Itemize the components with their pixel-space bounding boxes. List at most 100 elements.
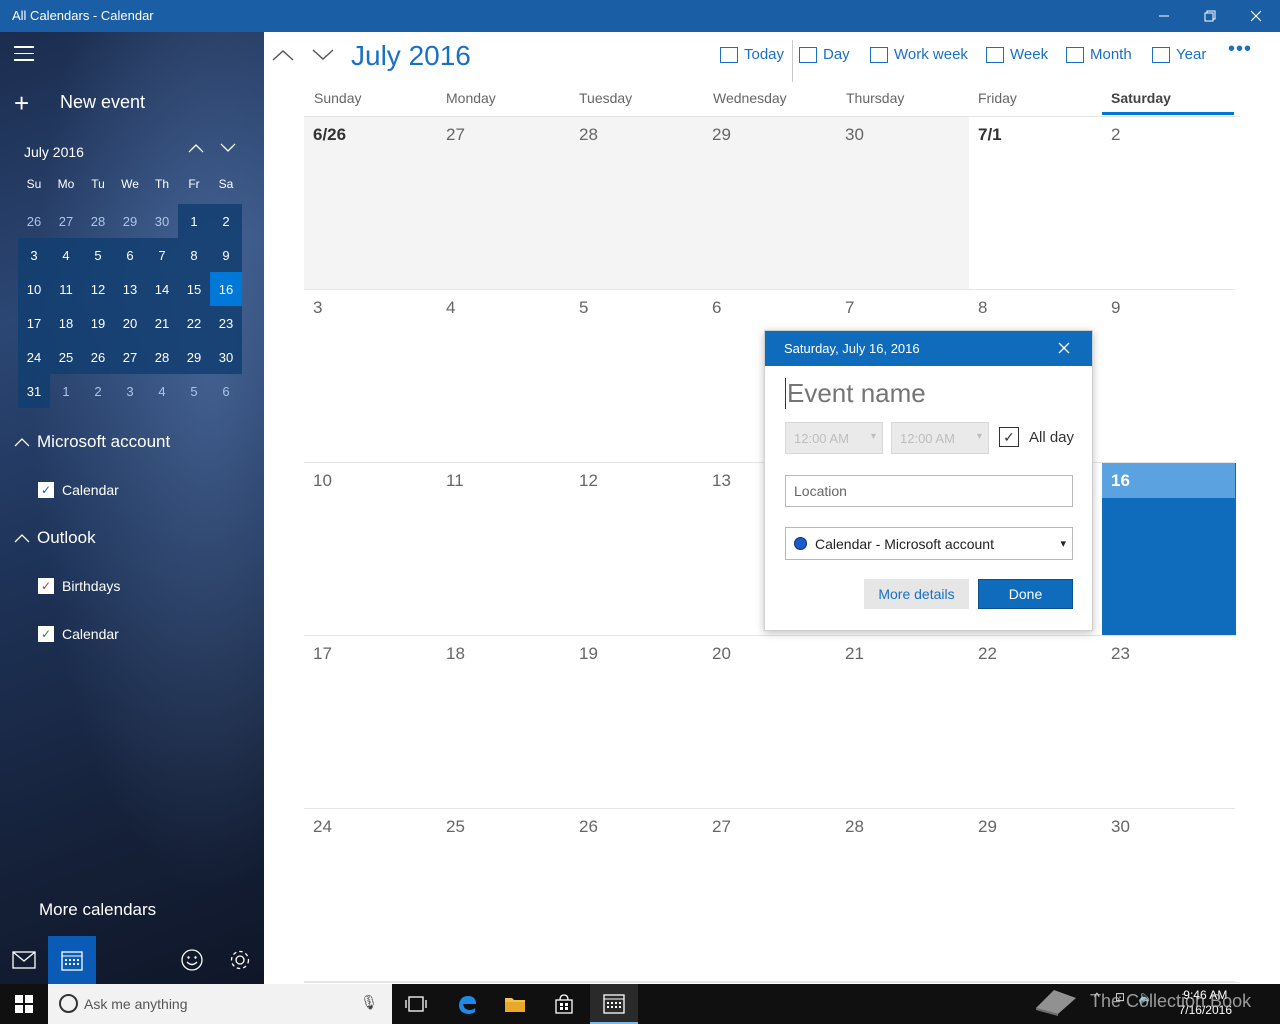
month-title[interactable]: July 2016 — [351, 40, 471, 72]
checkbox-checked-icon[interactable]: ✓ — [38, 578, 54, 594]
checkbox-checked-icon[interactable]: ✓ — [999, 427, 1019, 447]
day-view-button[interactable]: Day — [799, 46, 850, 63]
new-event-button[interactable]: + New event — [14, 90, 145, 116]
mini-calendar-day[interactable]: 5 — [82, 238, 114, 272]
mini-calendar-day[interactable]: 27 — [50, 204, 82, 238]
store-button[interactable] — [540, 984, 588, 1024]
more-calendars-link[interactable]: More calendars — [39, 900, 156, 920]
calendar-day-cell[interactable]: 9 — [1102, 290, 1235, 463]
mini-calendar-month[interactable]: July 2016 — [24, 144, 84, 160]
mini-calendar-day[interactable]: 3 — [18, 238, 50, 272]
calendar-day-cell[interactable]: 18 — [437, 636, 570, 809]
calendar-day-cell[interactable]: 5 — [570, 290, 703, 463]
mini-calendar-prev-button[interactable] — [184, 140, 208, 156]
mini-calendar-day[interactable]: 18 — [50, 306, 82, 340]
calendar-day-cell[interactable]: 28 — [836, 809, 969, 982]
mini-calendar-day[interactable]: 26 — [18, 204, 50, 238]
more-details-button[interactable]: More details — [864, 579, 969, 609]
mini-calendar-day[interactable]: 11 — [50, 272, 82, 306]
volume-icon[interactable]: 🔈 — [1138, 990, 1153, 1004]
mini-calendar-day[interactable]: 28 — [146, 340, 178, 374]
task-view-button[interactable] — [392, 984, 440, 1024]
calendar-day-cell[interactable]: 17 — [304, 636, 437, 809]
mini-calendar-day[interactable]: 4 — [146, 374, 178, 408]
calendar-toggle-outlook-calendar[interactable]: ✓ Calendar — [38, 626, 119, 642]
mini-calendar-day[interactable]: 29 — [178, 340, 210, 374]
calendar-day-cell[interactable]: 19 — [570, 636, 703, 809]
mini-calendar-day[interactable]: 17 — [18, 306, 50, 340]
account-header-outlook[interactable]: Outlook — [14, 528, 96, 548]
feedback-button[interactable] — [168, 936, 216, 984]
mini-calendar-day[interactable]: 20 — [114, 306, 146, 340]
calendar-toggle-microsoft-calendar[interactable]: ✓ Calendar — [38, 482, 119, 498]
mini-calendar-day[interactable]: 1 — [50, 374, 82, 408]
calendar-day-cell[interactable]: 6/26 — [304, 117, 437, 290]
event-name-input[interactable] — [785, 378, 1073, 409]
mini-calendar-day[interactable]: 2 — [82, 374, 114, 408]
mini-calendar-day[interactable]: 15 — [178, 272, 210, 306]
location-input[interactable]: Location — [785, 475, 1073, 507]
restore-button[interactable] — [1187, 0, 1233, 32]
mini-calendar-day[interactable]: 14 — [146, 272, 178, 306]
start-button[interactable] — [0, 984, 48, 1024]
system-tray[interactable]: ^ ⊡ 🔈 — [1094, 990, 1153, 1004]
mini-calendar-day[interactable]: 5 — [178, 374, 210, 408]
mini-calendar-day[interactable]: 30 — [146, 204, 178, 238]
mail-button[interactable] — [0, 936, 48, 984]
close-button[interactable] — [1233, 0, 1279, 32]
edge-button[interactable] — [443, 984, 491, 1024]
checkbox-checked-icon[interactable]: ✓ — [38, 626, 54, 642]
settings-button[interactable] — [216, 936, 264, 984]
mini-calendar-day[interactable]: 21 — [146, 306, 178, 340]
mini-calendar-day[interactable]: 19 — [82, 306, 114, 340]
today-button[interactable]: Today — [720, 46, 784, 63]
calendar-day-cell[interactable]: 27 — [437, 117, 570, 290]
calendar-select[interactable]: Calendar - Microsoft account ▾ — [785, 527, 1073, 560]
calendar-day-cell[interactable]: 24 — [304, 809, 437, 982]
calendar-day-cell[interactable]: 27 — [703, 809, 836, 982]
calendar-day-cell[interactable]: 21 — [836, 636, 969, 809]
mini-calendar-day[interactable]: 28 — [82, 204, 114, 238]
calendar-day-cell[interactable]: 22 — [969, 636, 1102, 809]
calendar-day-cell[interactable]: 23 — [1102, 636, 1235, 809]
mini-calendar-day[interactable]: 26 — [82, 340, 114, 374]
year-view-button[interactable]: Year — [1152, 46, 1206, 63]
done-button[interactable]: Done — [978, 579, 1073, 609]
mini-calendar-day[interactable]: 12 — [82, 272, 114, 306]
calendar-day-cell[interactable]: 4 — [437, 290, 570, 463]
mini-calendar-day[interactable]: 25 — [50, 340, 82, 374]
mini-calendar-day[interactable]: 8 — [178, 238, 210, 272]
mini-calendar-day[interactable]: 1 — [178, 204, 210, 238]
previous-month-button[interactable] — [270, 42, 296, 68]
file-explorer-button[interactable] — [491, 984, 539, 1024]
month-view-button[interactable]: Month — [1066, 46, 1132, 63]
mini-calendar-day[interactable]: 27 — [114, 340, 146, 374]
mini-calendar-day[interactable]: 24 — [18, 340, 50, 374]
mini-calendar-day[interactable]: 29 — [114, 204, 146, 238]
system-clock[interactable]: 9:46 AM 7/16/2016 — [1179, 988, 1232, 1018]
calendar-taskbar-button[interactable] — [590, 984, 638, 1024]
chevron-up-icon[interactable]: ^ — [1094, 990, 1100, 1004]
calendar-day-cell[interactable]: 30 — [1102, 809, 1235, 982]
start-time-select[interactable]: 12:00 AM ▾ — [785, 422, 883, 454]
mini-calendar-day[interactable]: 23 — [210, 306, 242, 340]
mini-calendar-day[interactable]: 4 — [50, 238, 82, 272]
next-month-button[interactable] — [310, 42, 336, 68]
calendar-day-cell[interactable]: 29 — [703, 117, 836, 290]
network-icon[interactable]: ⊡ — [1115, 990, 1125, 1004]
mini-calendar-day[interactable]: 10 — [18, 272, 50, 306]
minimize-button[interactable] — [1141, 0, 1187, 32]
mini-calendar-day[interactable]: 30 — [210, 340, 242, 374]
popup-close-button[interactable] — [1054, 338, 1074, 358]
more-options-button[interactable]: ••• — [1228, 38, 1252, 61]
calendar-day-cell[interactable]: 7/1 — [969, 117, 1102, 290]
hamburger-menu-icon[interactable] — [14, 46, 34, 62]
all-day-toggle[interactable]: ✓ All day — [999, 427, 1074, 447]
mini-calendar-day[interactable]: 6 — [210, 374, 242, 408]
cortana-search-box[interactable]: Ask me anything 🎙 — [48, 984, 392, 1024]
calendar-day-cell[interactable]: 12 — [570, 463, 703, 636]
mini-calendar-day[interactable]: 22 — [178, 306, 210, 340]
account-header-microsoft[interactable]: Microsoft account — [14, 432, 170, 452]
mini-calendar-next-button[interactable] — [216, 140, 240, 156]
calendar-day-cell[interactable]: 28 — [570, 117, 703, 290]
